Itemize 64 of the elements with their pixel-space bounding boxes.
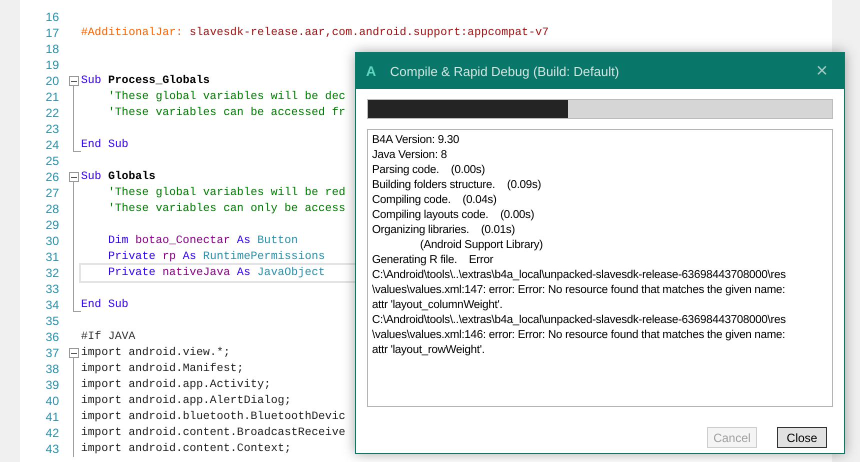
line-number: 24 [44,138,59,152]
line-number: 26 [44,170,59,184]
code-line: import android.app.Activity; [81,378,271,393]
code-line: 'These global variables will be red [107,186,346,201]
log-line: attr 'layout_columnWeight'. [372,298,502,313]
log-line: C:\Android\tools\..\extras\b4a_local\unpacked-slavesdk-release-63698443708000\res [372,268,786,283]
line-number: 34 [44,298,59,312]
log-line: (Android Support Library) [419,238,543,253]
code-line: Private rp As RuntimePermissions [107,250,326,265]
code-line: Sub Globals [81,170,156,185]
code-line: import android.view.*; [81,346,230,361]
line-number: 29 [44,218,59,232]
log-line: Organizing libraries. (0.01s) [372,223,516,238]
log-line: C:\Android\tools\..\extras\b4a_local\unpacked-slavesdk-release-63698443708000\res [372,313,786,328]
line-number: 35 [44,314,59,328]
line-number: 23 [44,122,59,136]
line-number: 21 [44,90,59,104]
line-number: 25 [44,154,59,168]
log-line: \values\values.xml:147: error: Error: No resource found that matches the given name: [372,283,786,298]
code-line: 'These variables can only be access [107,202,346,217]
code-line: import android.bluetooth.BluetoothDevic [81,410,346,425]
line-number: 20 [44,74,59,88]
line-number: 38 [44,362,59,376]
log-line: Parsing code. (0.00s) [372,163,485,178]
line-number: 33 [44,282,59,296]
code-line: import android.content.Context; [81,442,292,457]
code-line: #AdditionalJar: slavesdk-release.aar,com.android.support:appcompat-v7 [81,26,549,41]
code-line: Dim botao_Conectar As Button [107,234,298,249]
line-number: 43 [44,442,59,456]
code-line: End Sub [81,298,128,313]
line-number: 22 [44,106,59,120]
app-icon: A [366,63,380,79]
line-number: 27 [44,186,59,200]
line-number: 32 [44,266,59,280]
line-number: 16 [44,10,59,24]
code-line: End Sub [81,138,128,153]
code-line: import android.Manifest; [81,362,244,377]
line-number: 18 [44,42,59,56]
log-line: Compiling layouts code. (0.00s) [372,208,534,223]
line-number: 30 [44,234,59,248]
line-number: 36 [44,330,59,344]
log-line: Building folders structure. (0.09s) [372,178,542,193]
window-title: Compile & Rapid Debug (Build: Default) [390,64,620,78]
line-number: 42 [44,426,59,440]
line-number: 39 [44,378,59,392]
log-line: attr 'layout_rowWeight'. [372,343,485,358]
log-line: \values\values.xml:146: error: Error: No resource found that matches the given name: [372,328,786,343]
code-line: Sub Process_Globals [81,74,210,89]
log-line: Compiling code. (0.04s) [372,193,497,208]
code-line: #If JAVA [81,330,136,345]
code-line: import android.content.BroadcastReceive [81,426,346,441]
code-line: import android.app.AlertDialog; [81,394,292,409]
log-line: Java Version: 8 [372,148,447,163]
log-line: Generating R file. Error [372,253,494,268]
line-number: 19 [44,58,59,72]
line-number: 41 [44,410,59,424]
log-line: B4A Version: 9.30 [372,133,460,148]
line-number: 40 [44,394,59,408]
code-line: 'These variables can be accessed fr [107,106,346,121]
code-line: 'These global variables will be dec [107,90,346,105]
line-number: 28 [44,202,59,216]
line-number: 37 [44,346,59,360]
line-number: 17 [44,26,59,40]
line-number: 31 [44,250,59,264]
